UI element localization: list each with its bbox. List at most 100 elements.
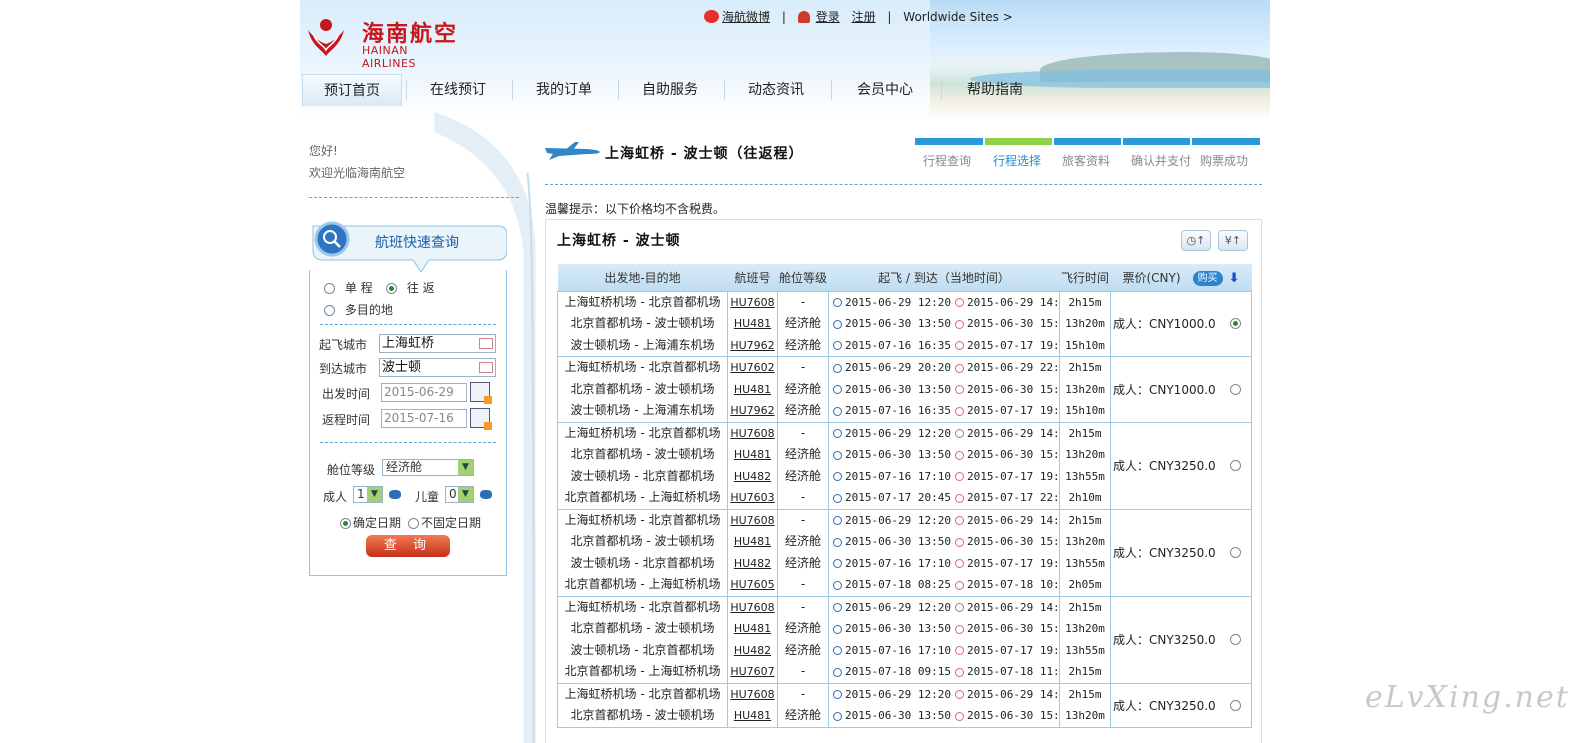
flight-number-link[interactable]: HU482 — [734, 557, 771, 570]
flight-option-row[interactable]: 上海虹桥机场 - 北京首都机场 北京首都机场 - 波士顿机场 波士顿机场 - 北京首… — [557, 508, 1252, 597]
nav-item-help[interactable]: 帮助指南 — [943, 74, 1047, 106]
nav-item-my-orders[interactable]: 我的订单 — [514, 74, 614, 106]
login-link[interactable]: 登录 — [816, 10, 840, 24]
flight-option-row[interactable]: 上海虹桥机场 - 北京首都机场 北京首都机场 - 波士顿机场 波士顿机场 - 北京首… — [557, 595, 1252, 684]
nav-item-news[interactable]: 动态资讯 — [726, 74, 826, 106]
leg-arrival: 2015-07-17 22:55 — [966, 491, 1059, 504]
flight-number-link[interactable]: HU7608 — [730, 688, 774, 701]
leg-cabin: 经济舱 — [784, 447, 821, 461]
leg-duration: 13h20m — [1065, 709, 1105, 722]
flight-number-link[interactable]: HU7605 — [730, 578, 774, 591]
child-count-select[interactable]: 0 ▼ — [445, 486, 474, 503]
to-city-input[interactable]: 波士顿 — [379, 358, 496, 377]
leg-arrival: 2015-06-29 14:35 — [966, 295, 1059, 309]
nav-item-online-booking[interactable]: 在线预订 — [408, 74, 508, 106]
arrival-clock-icon — [954, 690, 964, 699]
depart-date-input[interactable]: 2015-06-29 — [381, 383, 467, 402]
cabin-class-select[interactable]: 经济舱 ▼ — [382, 459, 474, 476]
departure-clock-icon — [833, 450, 842, 460]
arrival-clock-icon — [954, 580, 964, 590]
select-option-radio[interactable] — [1230, 318, 1241, 330]
flight-number-link[interactable]: HU482 — [734, 644, 771, 657]
select-option-radio[interactable] — [1230, 699, 1241, 711]
search-button[interactable]: 查 询 — [366, 535, 450, 557]
option-price: 成人：CNY3250.0 — [1113, 633, 1216, 647]
oneway-radio[interactable] — [324, 283, 335, 294]
top-links: 海航微博 | 登录 注册 | Worldwide Sites > — [704, 8, 1013, 25]
flight-option-row[interactable]: 上海虹桥机场 - 北京首都机场 北京首都机场 - 波士顿机场 HU7608 HU481… — [557, 682, 1252, 728]
calendar-icon[interactable] — [470, 382, 492, 404]
arrow-down-icon[interactable]: ⬇ — [1229, 271, 1240, 286]
register-link[interactable]: 注册 — [852, 10, 876, 24]
leg-arrival: 2015-07-17 19:45 — [966, 404, 1059, 417]
arrival-clock-icon — [954, 624, 964, 634]
separator: | — [781, 9, 786, 24]
flight-number-link[interactable]: HU481 — [734, 622, 771, 635]
arrival-clock-icon — [954, 450, 964, 460]
option-price: 成人：CNY1000.0 — [1113, 317, 1216, 332]
multi-destination-label: 多目的地 — [344, 303, 393, 317]
leg-duration: 13h20m — [1065, 535, 1105, 548]
flight-option-row[interactable]: 上海虹桥机场 - 北京首都机场 北京首都机场 - 波士顿机场 波士顿机场 - 上海浦… — [557, 290, 1252, 357]
sort-by-price-icon[interactable]: ¥↑ — [1218, 230, 1248, 251]
flight-option-row[interactable]: 上海虹桥机场 - 北京首都机场 北京首都机场 - 波士顿机场 波士顿机场 - 北京首… — [557, 421, 1252, 510]
leg-duration: 2h10m — [1068, 491, 1102, 504]
select-option-radio[interactable] — [1230, 547, 1241, 558]
departure-clock-icon — [833, 363, 842, 373]
flight-number-link[interactable]: HU482 — [734, 470, 771, 483]
arrival-clock-icon — [954, 363, 964, 373]
select-option-radio[interactable] — [1230, 634, 1241, 645]
flight-number-link[interactable]: HU7608 — [730, 514, 774, 527]
leg-arrival: 2015-06-30 15:10 — [966, 317, 1059, 330]
results-panel: 上海虹桥 - 波士顿 ◷↑ ¥↑ 出发地-目的地 航班号 舱位等级 起飞 / 到… — [545, 219, 1262, 743]
flight-number-link[interactable]: HU7608 — [730, 601, 774, 614]
weibo-link[interactable]: 海航微博 — [722, 10, 770, 24]
flight-number-link[interactable]: HU7962 — [730, 339, 774, 352]
nav-item-home[interactable]: 预订首页 — [302, 74, 402, 106]
flight-number-link[interactable]: HU7603 — [730, 491, 774, 504]
flight-number-link[interactable]: HU481 — [734, 448, 771, 461]
flight-number-link[interactable]: HU7608 — [730, 296, 774, 309]
select-option-radio[interactable] — [1230, 383, 1241, 395]
from-city-input[interactable]: 上海虹桥 — [379, 334, 496, 353]
sort-by-time-icon[interactable]: ◷↑ — [1181, 230, 1211, 251]
leg-arrival: 2015-06-30 15:10 — [966, 622, 1059, 635]
brand-logo[interactable]: 海南航空 HAINAN AIRLINES — [304, 16, 464, 70]
flight-number-link[interactable]: HU7962 — [730, 404, 774, 417]
flight-number-link[interactable]: HU481 — [734, 317, 771, 330]
flight-number-link[interactable]: HU7608 — [730, 427, 774, 440]
multi-destination-radio[interactable] — [324, 305, 335, 316]
passenger-info-icon[interactable] — [480, 490, 492, 499]
departure-clock-icon — [833, 537, 842, 547]
leg-cabin: - — [800, 599, 806, 614]
roundtrip-radio[interactable] — [386, 283, 397, 294]
leg-departure: 2015-07-16 16:35 — [845, 338, 951, 352]
nav-item-member[interactable]: 会员中心 — [833, 74, 937, 106]
flight-number-link[interactable]: HU481 — [734, 383, 771, 396]
nav-item-self-service[interactable]: 自助服务 — [620, 74, 720, 106]
flight-number-link[interactable]: HU481 — [734, 709, 771, 722]
flight-option-row[interactable]: 上海虹桥机场 - 北京首都机场 北京首都机场 - 波士顿机场 波士顿机场 - 上海浦… — [557, 356, 1252, 423]
adult-count-select[interactable]: 1 ▼ — [353, 486, 383, 503]
flight-number-link[interactable]: HU7607 — [730, 665, 774, 678]
return-date-input[interactable]: 2015-07-16 — [381, 409, 467, 428]
select-option-radio[interactable] — [1230, 460, 1241, 471]
flight-number-link[interactable]: HU7602 — [730, 361, 774, 374]
col-flight: 航班号 — [727, 264, 778, 291]
leg-duration: 2h15m — [1068, 513, 1102, 527]
leg-cabin: - — [800, 425, 806, 440]
leg-cabin: 经济舱 — [784, 642, 821, 657]
leg-departure: 2015-06-30 13:50 — [845, 622, 951, 635]
worldwide-sites-link[interactable]: Worldwide Sites > — [903, 10, 1013, 24]
leg-arrival: 2015-06-29 14:35 — [966, 513, 1059, 527]
flight-number-link[interactable]: HU481 — [734, 535, 771, 548]
calendar-icon[interactable] — [470, 408, 492, 430]
city-picker-icon[interactable] — [479, 338, 493, 349]
leg-departure: 2015-06-29 12:20 — [845, 687, 951, 701]
city-picker-icon[interactable] — [479, 362, 493, 373]
flexible-date-radio[interactable] — [408, 518, 419, 529]
leg-arrival: 2015-07-17 19:05 — [966, 556, 1059, 570]
passenger-info-icon[interactable] — [389, 490, 401, 499]
fixed-date-radio[interactable] — [340, 518, 351, 529]
leg-route: 北京首都机场 - 波士顿机场 — [570, 381, 715, 396]
